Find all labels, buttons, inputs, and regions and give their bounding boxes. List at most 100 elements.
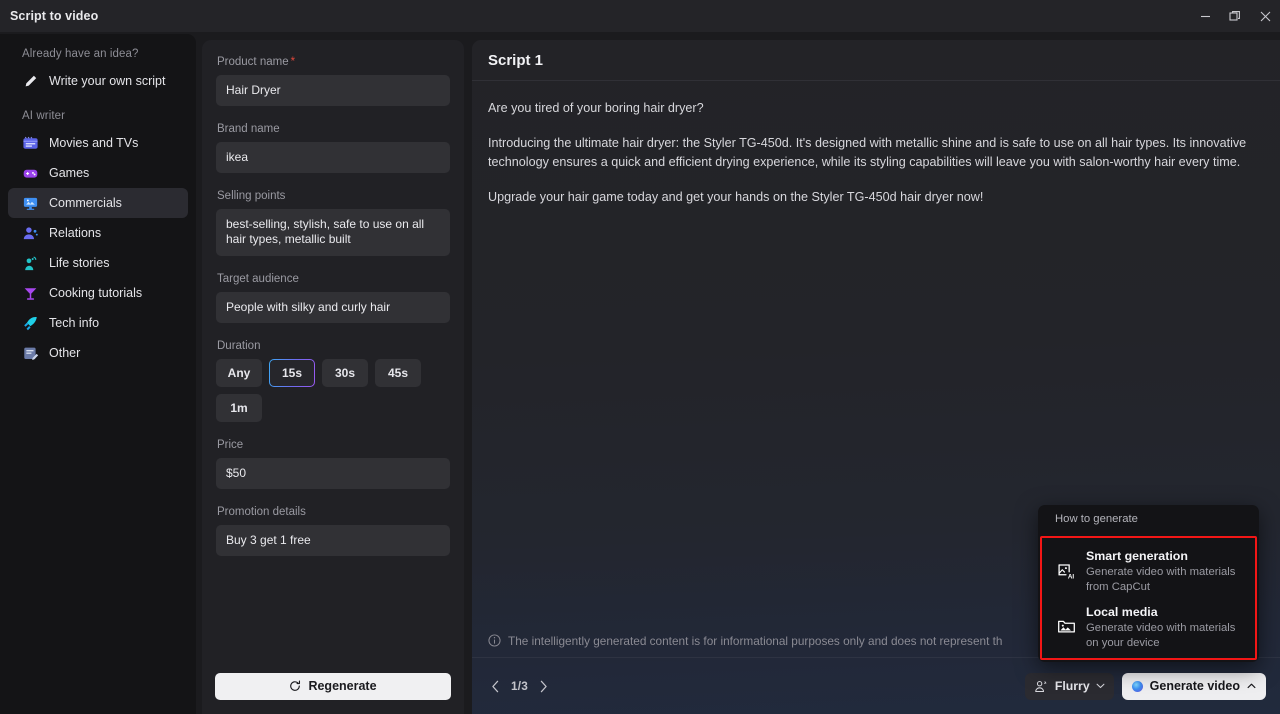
product-name-label: Product name *: [217, 56, 450, 68]
chevron-right-icon: [540, 680, 547, 692]
chevron-up-icon: [1247, 683, 1256, 689]
gamepad-icon: [22, 165, 39, 182]
info-icon: [488, 634, 501, 647]
popup-item-smart-generation[interactable]: AI Smart generation Generate video with …: [1042, 545, 1255, 601]
window-controls: [1190, 0, 1280, 32]
form-panel: Product name * Hair Dryer Brand name ikea…: [202, 40, 464, 714]
duration-option-45s[interactable]: 45s: [375, 359, 421, 387]
popup-item-title: Local media: [1086, 605, 1158, 619]
sidebar-item-label: Games: [49, 166, 90, 180]
sidebar-item-write-your-own-script[interactable]: Write your own script: [8, 66, 188, 96]
person-wave-icon: [22, 255, 39, 272]
regenerate-bar: Regenerate: [202, 658, 464, 714]
popup-item-title: Smart generation: [1086, 549, 1188, 563]
disclaimer-text: The intelligently generated content is f…: [508, 633, 1003, 648]
minimize-button[interactable]: [1190, 0, 1220, 32]
maximize-button[interactable]: [1220, 0, 1250, 32]
document-edit-icon: [22, 345, 39, 362]
cocktail-glass-icon: [22, 285, 39, 302]
pager-count: 1/3: [511, 679, 528, 693]
clapperboard-icon: [22, 135, 39, 152]
promotion-details-label: Promotion details: [217, 506, 306, 518]
script-paragraph: Introducing the ultimate hair dryer: the…: [488, 135, 1247, 170]
generate-video-button[interactable]: Generate video: [1121, 672, 1266, 700]
refresh-icon: [290, 680, 301, 691]
sidebar-group-label-idea: Already have an idea?: [22, 48, 139, 60]
sidebar-item-tech-info[interactable]: Tech info: [8, 308, 188, 338]
sidebar-item-games[interactable]: Games: [8, 158, 188, 188]
pager-prev-button[interactable]: [488, 679, 503, 694]
regenerate-button[interactable]: Regenerate: [215, 672, 451, 700]
ai-sparkle-icon: [1131, 680, 1143, 692]
sidebar-item-label: Write your own script: [49, 74, 166, 88]
close-button[interactable]: [1250, 0, 1280, 32]
sidebar-item-movies-and-tvs[interactable]: Movies and TVs: [8, 128, 188, 158]
sidebar-item-cooking-tutorials[interactable]: Cooking tutorials: [8, 278, 188, 308]
script-body[interactable]: Are you tired of your boring hair dryer?…: [472, 81, 1280, 207]
popup-item-text: Smart generation Generate video with mat…: [1086, 549, 1245, 595]
close-icon: [1260, 11, 1270, 21]
duration-option-15s[interactable]: 15s: [269, 359, 315, 387]
script-pager: 1/3: [488, 679, 551, 694]
chevron-down-icon: [1096, 683, 1105, 689]
app-window: Script to video Already have an idea? Wr…: [0, 0, 1280, 714]
target-audience-input[interactable]: People with silky and curly hair: [216, 292, 450, 323]
sidebar-item-label: Other: [49, 346, 81, 360]
title-bar: Script to video: [0, 0, 1280, 32]
duration-option-any[interactable]: Any: [216, 359, 262, 387]
voice-icon: [1035, 680, 1047, 692]
script-bottom-bar: 1/3 Flurry Generate video: [472, 658, 1280, 714]
person-add-icon: [22, 225, 39, 242]
image-ai-icon: AI: [1057, 549, 1077, 581]
duration-options: Any 15s 30s 45s 1m: [216, 359, 450, 422]
rocket-icon: [22, 315, 39, 332]
product-name-label-text: Product name: [217, 56, 289, 68]
popup-highlight-box: AI Smart generation Generate video with …: [1040, 536, 1257, 660]
sidebar-item-commercials[interactable]: Commercials: [8, 188, 188, 218]
script-title: Script 1: [488, 51, 544, 69]
sidebar-item-label: Cooking tutorials: [49, 286, 143, 300]
monitor-icon: [22, 195, 39, 212]
brand-name-label: Brand name: [217, 123, 280, 135]
duration-option-30s[interactable]: 30s: [322, 359, 368, 387]
how-to-generate-popup: How to generate AI Smart generation Gene…: [1038, 505, 1259, 662]
voice-label: Flurry: [1054, 679, 1090, 693]
chevron-left-icon: [492, 680, 499, 692]
sidebar-item-label: Movies and TVs: [49, 136, 139, 150]
window-title: Script to video: [10, 9, 99, 23]
restore-icon: [1229, 11, 1240, 21]
form-scroll-area: Product name * Hair Dryer Brand name ikea…: [202, 40, 464, 658]
popup-header: How to generate: [1055, 512, 1138, 525]
script-paragraph: Upgrade your hair game today and get you…: [488, 189, 984, 204]
promotion-details-input[interactable]: Buy 3 get 1 free: [216, 525, 450, 556]
popup-item-subtitle: Generate video with materials on your de…: [1086, 622, 1236, 649]
required-asterisk: *: [290, 56, 296, 68]
folder-image-icon: [1057, 605, 1077, 637]
popup-item-subtitle: Generate video with materials from CapCu…: [1086, 566, 1236, 593]
sidebar-item-life-stories[interactable]: Life stories: [8, 248, 188, 278]
regenerate-label: Regenerate: [308, 679, 377, 693]
selling-points-label: Selling points: [217, 190, 286, 202]
sidebar: Already have an idea? Write your own scr…: [0, 34, 196, 714]
selling-points-input[interactable]: best-selling, stylish, safe to use on al…: [216, 209, 450, 256]
pager-next-button[interactable]: [536, 679, 551, 694]
popup-item-local-media[interactable]: Local media Generate video with material…: [1042, 601, 1255, 657]
price-input[interactable]: $50: [216, 458, 450, 489]
pencil-icon: [22, 73, 39, 90]
bottom-bar-actions: Flurry Generate video: [1024, 672, 1266, 700]
generate-video-label: Generate video: [1149, 679, 1240, 693]
sidebar-item-relations[interactable]: Relations: [8, 218, 188, 248]
duration-label: Duration: [217, 340, 261, 352]
price-label: Price: [217, 439, 244, 451]
sidebar-item-label: Life stories: [49, 256, 110, 270]
product-name-input[interactable]: Hair Dryer: [216, 75, 450, 106]
minimize-icon: [1200, 15, 1210, 17]
voice-selector-button[interactable]: Flurry: [1024, 672, 1114, 700]
sidebar-item-other[interactable]: Other: [8, 338, 188, 368]
brand-name-input[interactable]: ikea: [216, 142, 450, 173]
svg-text:AI: AI: [1068, 574, 1075, 581]
popup-item-text: Local media Generate video with material…: [1086, 605, 1245, 651]
script-paragraph: Are you tired of your boring hair dryer?: [488, 101, 704, 115]
duration-option-1m[interactable]: 1m: [216, 394, 262, 422]
